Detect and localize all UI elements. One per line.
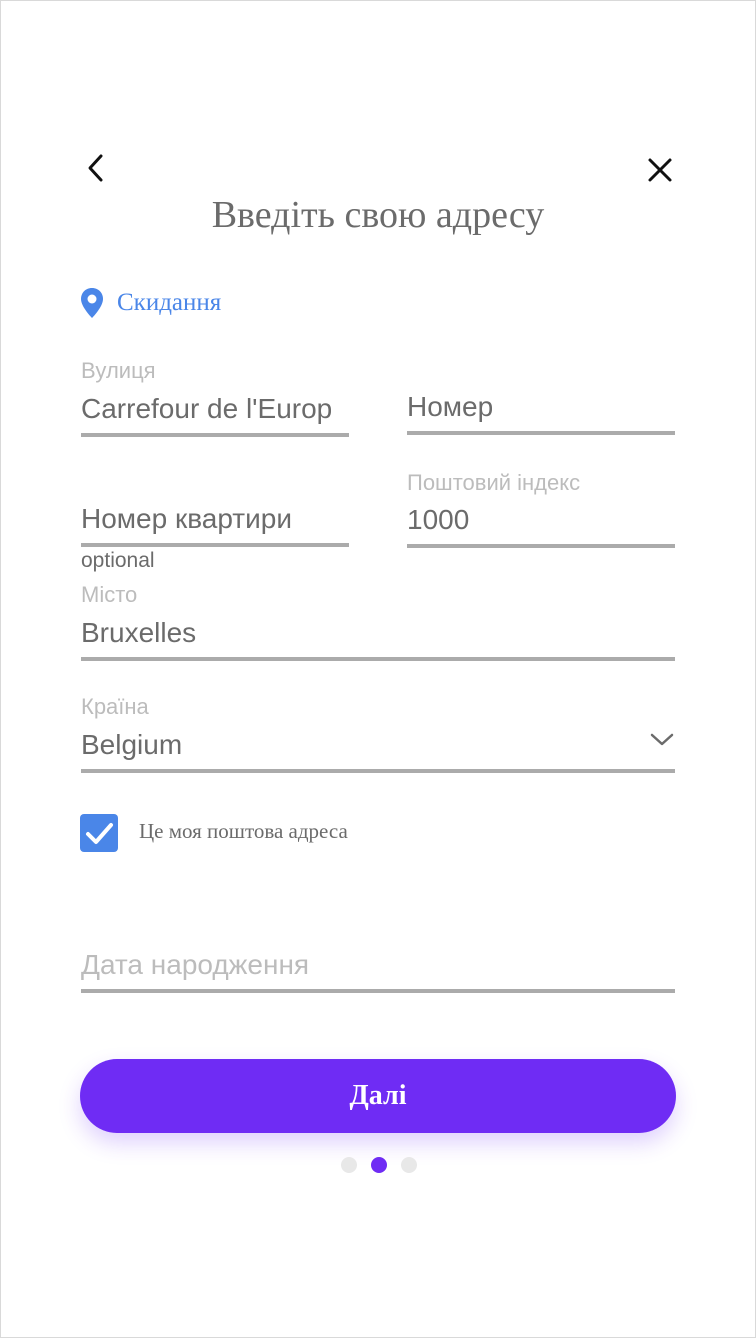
chevron-left-icon [88,154,103,182]
pagination-dot [341,1157,357,1173]
page-title: Введіть свою адресу [211,194,545,236]
city-field [81,613,675,661]
checkmark-icon [86,823,113,844]
city-input[interactable] [81,613,675,653]
postal-code-input[interactable] [407,500,675,540]
pagination-dot-active [371,1157,387,1173]
postal-code-label: Поштовий індекс [407,470,581,495]
postal-code-field [407,500,675,548]
apartment-input[interactable] [81,499,349,539]
address-screen: Введіть свою адресу Скидання Вулиця opti… [0,0,756,1338]
city-label: Місто [81,582,138,607]
map-pin-icon [81,288,103,318]
number-input[interactable] [407,387,675,427]
reset-label: Скидання [117,289,222,316]
postal-address-label: Це моя поштова адреса [139,819,348,843]
apartment-hint: optional [81,549,155,572]
street-input[interactable] [81,389,349,429]
street-label: Вулиця [81,358,156,383]
country-select[interactable]: Belgium [81,725,675,773]
close-icon [648,158,672,182]
apartment-field [81,499,349,547]
street-field [81,389,349,437]
postal-address-checkbox[interactable] [80,814,118,852]
pagination-dot [401,1157,417,1173]
chevron-down-icon [650,733,674,746]
next-button[interactable]: Далі [80,1059,676,1133]
country-label: Країна [81,694,149,719]
close-button[interactable] [641,151,679,189]
back-button[interactable] [79,151,113,185]
birth-date-field [81,945,675,993]
number-field [407,387,675,435]
country-value: Belgium [81,729,183,760]
reset-link[interactable]: Скидання [79,285,221,321]
birth-date-input[interactable] [81,945,675,985]
